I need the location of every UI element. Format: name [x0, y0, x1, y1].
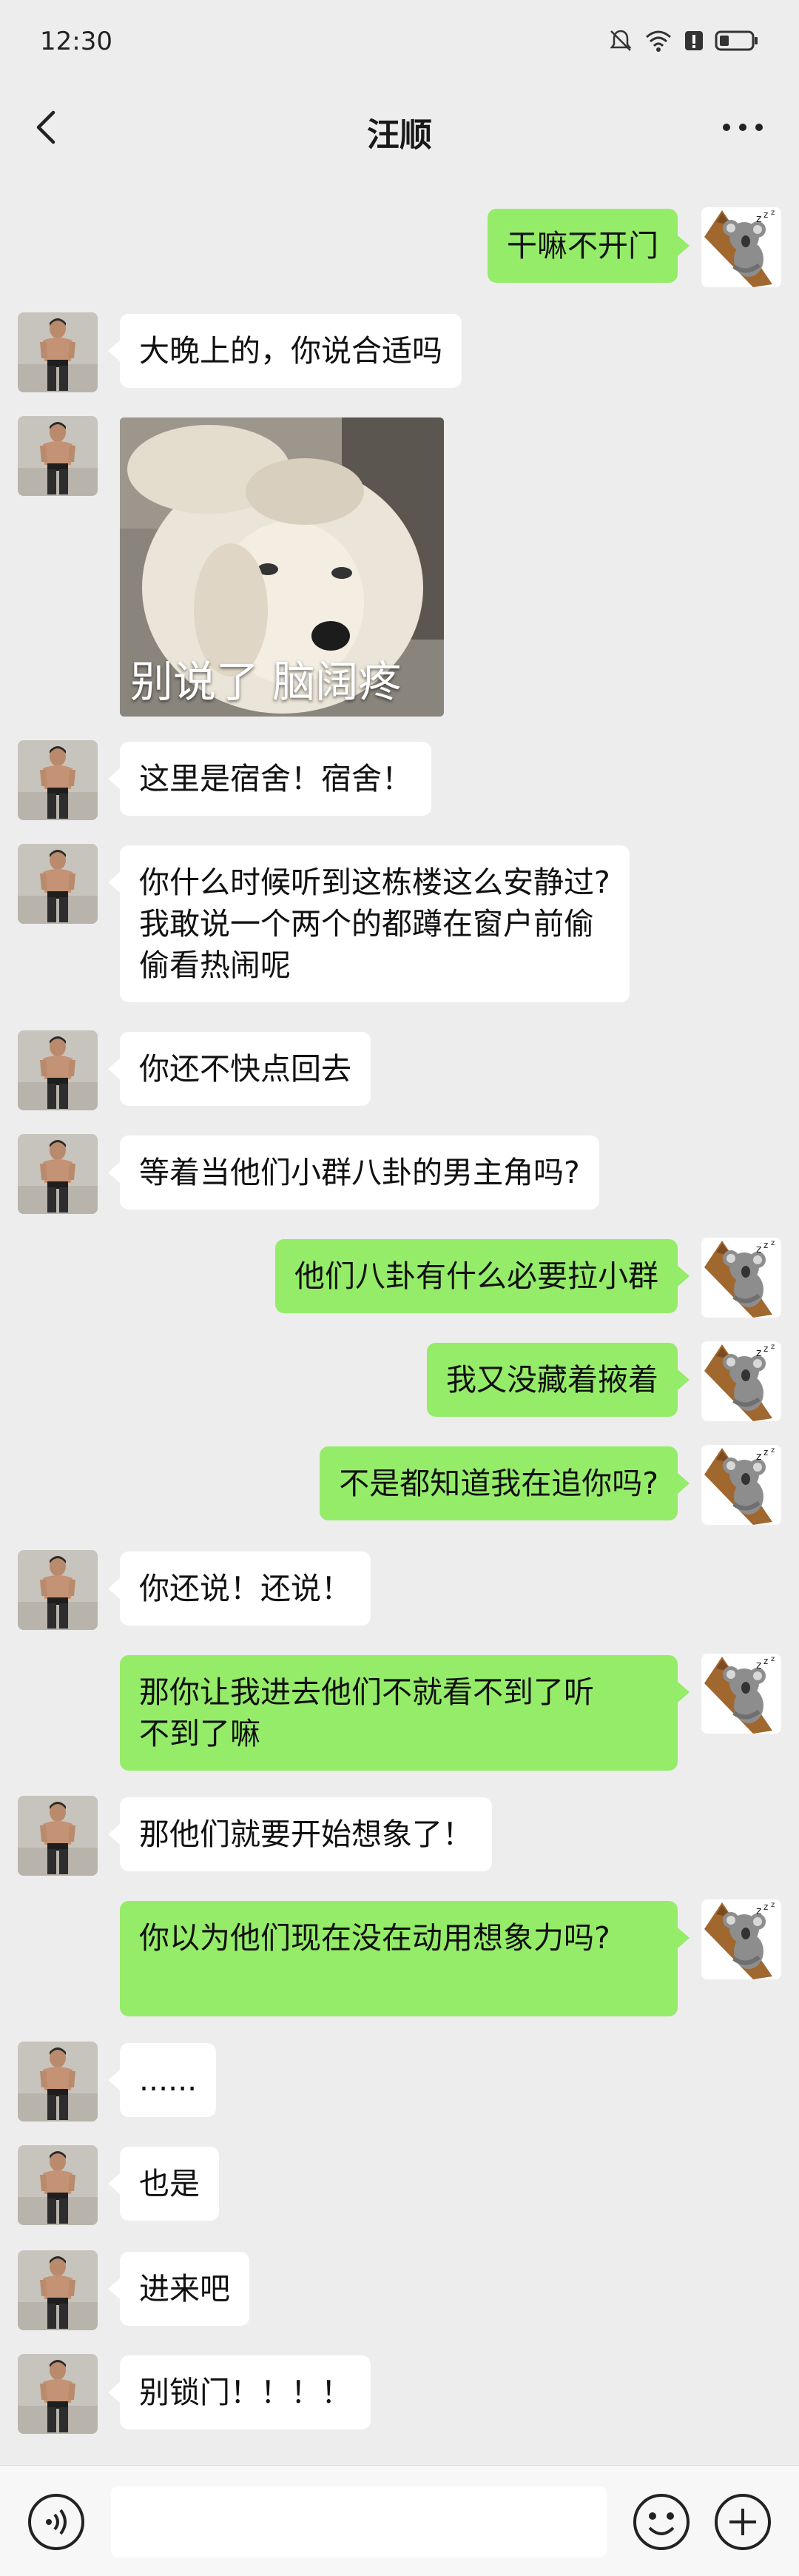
my-avatar[interactable]	[701, 1899, 781, 1979]
received-message-bubble[interactable]: 也是	[108, 2147, 219, 2221]
my-avatar[interactable]	[701, 1654, 781, 1734]
status-time: 12:30	[40, 27, 112, 56]
mute-icon	[610, 30, 632, 51]
chat-header: 汪顺	[0, 87, 799, 167]
sticker-image[interactable]: 别说了 脑阔疼	[120, 417, 444, 717]
status-bar: 12:30	[0, 0, 799, 87]
chat-screen: 12:30 汪顺 干嘛不开门 大晚上的，你说合适吗 别说了 脑阔疼 这里是宿舍！…	[0, 0, 799, 2576]
my-avatar[interactable]	[701, 1445, 781, 1525]
contact-avatar[interactable]	[18, 2250, 98, 2330]
sent-message-bubble[interactable]: 不是都知道我在追你吗?	[320, 1446, 690, 1520]
contact-avatar[interactable]	[18, 844, 98, 924]
input-bar	[0, 2465, 799, 2576]
contact-avatar[interactable]	[18, 740, 98, 820]
sent-message-bubble[interactable]: 干嘛不开门	[488, 209, 690, 283]
sent-message-bubble[interactable]: 他们八卦有什么必要拉小群	[275, 1239, 690, 1313]
sent-message-bubble[interactable]: 你以为他们现在没在动用想象力吗?	[120, 1901, 690, 2016]
contact-avatar[interactable]	[18, 416, 98, 496]
received-message-bubble[interactable]: 你还不快点回去	[108, 1032, 371, 1106]
sent-message-bubble[interactable]: 那你让我进去他们不就看不到了听 不到了嘛	[120, 1655, 690, 1771]
contact-avatar[interactable]	[18, 2042, 98, 2121]
received-message-bubble[interactable]: 等着当他们小群八卦的男主角吗?	[108, 1136, 599, 1210]
contact-avatar[interactable]	[18, 2354, 98, 2434]
contact-avatar[interactable]	[18, 1796, 98, 1876]
add-attachment-icon[interactable]	[712, 2491, 774, 2553]
contact-avatar[interactable]	[18, 1134, 98, 1214]
received-message-bubble[interactable]: ......	[107, 2043, 217, 2117]
more-options-icon[interactable]	[716, 107, 769, 148]
received-message-bubble[interactable]: 大晚上的，你说合适吗	[108, 314, 462, 388]
sticker-caption: 别说了 脑阔疼	[130, 657, 402, 707]
received-message-bubble[interactable]: 进来吧	[108, 2252, 249, 2326]
received-message-bubble[interactable]: 这里是宿舍！宿舍！	[108, 742, 431, 816]
chat-title: 汪顺	[367, 116, 432, 154]
received-message-bubble[interactable]: 别锁门！！！！	[108, 2355, 371, 2429]
contact-avatar[interactable]	[18, 2145, 98, 2225]
contact-avatar[interactable]	[18, 1030, 98, 1110]
battery-icon	[715, 30, 758, 51]
my-avatar[interactable]	[701, 207, 781, 287]
received-message-bubble[interactable]: 那他们就要开始想象了！	[108, 1797, 492, 1871]
my-avatar[interactable]	[701, 1238, 781, 1318]
voice-input-icon[interactable]	[25, 2491, 87, 2553]
wifi-icon	[646, 30, 671, 52]
message-input[interactable]	[111, 2486, 607, 2557]
my-avatar[interactable]	[701, 1341, 781, 1421]
status-icons	[608, 28, 759, 53]
contact-avatar[interactable]	[18, 1550, 98, 1630]
alert-icon	[685, 31, 703, 50]
received-message-bubble[interactable]: 你什么时候听到这栋楼这么安静过? 我敢说一个两个的都蹲在窗户前偷 偷看热闹呢	[108, 845, 630, 1002]
sent-message-bubble[interactable]: 我又没藏着掖着	[427, 1343, 690, 1417]
contact-avatar[interactable]	[18, 312, 98, 392]
received-message-bubble[interactable]: 你还说！还说！	[108, 1552, 371, 1626]
emoji-icon[interactable]	[630, 2491, 692, 2553]
